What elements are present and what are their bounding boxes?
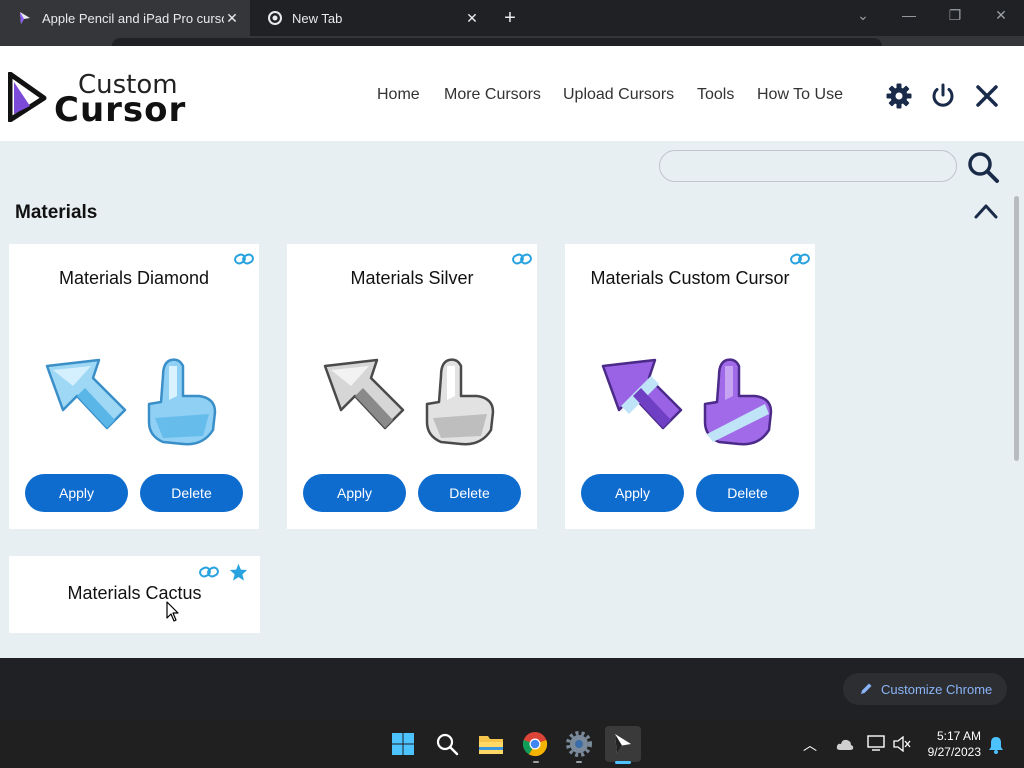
custom-cursor-logo[interactable]: Custom Cursor [8, 68, 188, 130]
nav-upload-cursors[interactable]: Upload Cursors [563, 86, 674, 104]
cursor-card-cactus: Materials Cactus [9, 556, 260, 633]
running-indicator [533, 761, 539, 763]
link-icon[interactable] [790, 252, 810, 266]
cursor-card-custom-cursor: Materials Custom Cursor Apply Delete [565, 244, 815, 529]
new-tab-icon[interactable]: + [498, 6, 522, 30]
cursor-card-silver: Materials Silver Apply Delete [287, 244, 537, 529]
onedrive-icon[interactable] [836, 737, 854, 751]
custom-cursor-app-icon[interactable] [605, 726, 641, 762]
apply-button[interactable]: Apply [581, 474, 684, 512]
apply-button[interactable]: Apply [303, 474, 406, 512]
taskbar-search-icon[interactable] [431, 728, 463, 760]
close-tab-icon[interactable]: ✕ [224, 10, 240, 26]
search-input[interactable] [659, 150, 957, 182]
active-indicator [615, 761, 631, 764]
diamond-cursor-preview-icon [45, 358, 217, 446]
pencil-icon [861, 683, 872, 694]
network-icon[interactable] [867, 735, 887, 751]
star-icon[interactable] [229, 563, 248, 581]
silver-cursor-preview-icon [323, 358, 495, 446]
delete-button[interactable]: Delete [140, 474, 243, 512]
section-title: Materials [15, 202, 98, 223]
delete-button[interactable]: Delete [696, 474, 799, 512]
tab-strip: Apple Pencil and iPad Pro cursor ✕ New T… [0, 0, 1024, 36]
close-popup-icon[interactable] [973, 82, 1001, 110]
nav-more-cursors[interactable]: More Cursors [444, 86, 541, 104]
minimize-icon[interactable]: — [886, 0, 932, 30]
card-title: Materials Custom Cursor [590, 268, 790, 288]
tab-title: Apple Pencil and iPad Pro cursor [42, 10, 224, 26]
customize-chrome-label: Customize Chrome [881, 681, 993, 697]
settings-gear-icon[interactable] [885, 82, 913, 110]
power-icon[interactable] [929, 82, 957, 110]
apply-button[interactable]: Apply [25, 474, 128, 512]
nav-how-to-use[interactable]: How To Use [757, 86, 843, 104]
settings-app-icon[interactable] [563, 728, 595, 760]
delete-button[interactable]: Delete [418, 474, 521, 512]
logo-text-cursor: Cursor [54, 90, 187, 130]
mouse-pointer-icon [166, 601, 179, 622]
card-title: Materials Cactus [67, 583, 202, 603]
volume-muted-icon[interactable] [893, 736, 911, 752]
card-title: Materials Diamond [58, 268, 210, 288]
purple-cursor-preview-icon [601, 358, 773, 446]
maximize-icon[interactable]: ❐ [932, 0, 978, 30]
close-window-icon[interactable]: ✕ [978, 0, 1024, 30]
link-icon[interactable] [512, 252, 532, 266]
link-icon[interactable] [199, 565, 219, 579]
card-title: Materials Silver [350, 268, 474, 288]
tab-search-icon[interactable]: ⌄ [840, 0, 886, 30]
browser-tab[interactable]: New Tab ✕ [250, 0, 490, 36]
tab-title: New Tab [292, 10, 343, 26]
taskbar-date[interactable]: 9/27/2023 [921, 745, 981, 759]
windows-start-icon[interactable] [387, 728, 419, 760]
chrome-favicon-icon [268, 11, 282, 25]
file-explorer-icon[interactable] [475, 728, 507, 760]
chevron-up-icon[interactable] [973, 202, 999, 220]
link-icon[interactable] [234, 252, 254, 266]
extension-popup: Custom Cursor Home More Cursors Upload C… [0, 46, 1024, 658]
scrollbar-thumb[interactable] [1014, 196, 1019, 461]
browser-tab-active[interactable]: Apple Pencil and iPad Pro cursor ✕ [0, 0, 250, 36]
logo-arrow-icon [8, 72, 47, 122]
taskbar-time[interactable]: 5:17 AM [921, 729, 981, 743]
chrome-icon[interactable] [519, 728, 551, 760]
customize-chrome-button[interactable]: Customize Chrome [843, 673, 1007, 705]
address-bar[interactable] [112, 38, 882, 46]
nav-tools[interactable]: Tools [697, 86, 734, 104]
search-icon[interactable] [966, 150, 1000, 184]
custom-cursor-favicon-icon [20, 12, 30, 24]
notification-bell-icon[interactable] [988, 736, 1004, 754]
close-tab-icon[interactable]: ✕ [464, 10, 480, 26]
nav-home[interactable]: Home [377, 86, 420, 104]
chevron-up-tray-icon[interactable]: ︿ [803, 735, 817, 755]
cursor-card-diamond: Materials Diamond Apply Delete [9, 244, 259, 529]
running-indicator [576, 761, 582, 763]
popup-header: Custom Cursor Home More Cursors Upload C… [0, 46, 1024, 141]
